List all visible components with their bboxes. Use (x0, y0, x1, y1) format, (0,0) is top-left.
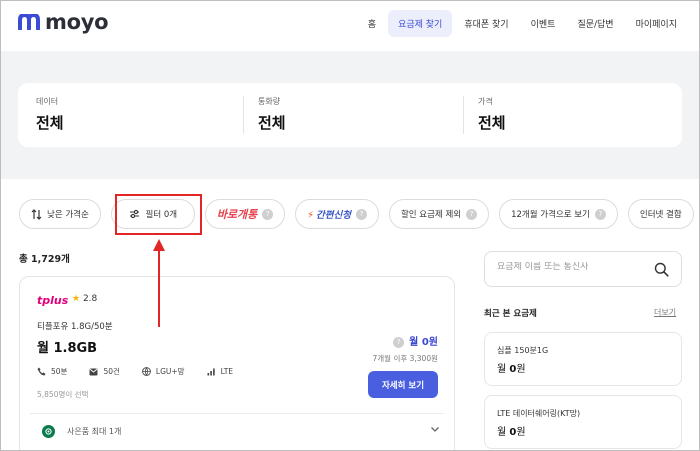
nav-plan-search[interactable]: 요금제 찾기 (388, 10, 453, 37)
search-icon[interactable] (654, 262, 669, 277)
spec-network-value: LGU+망 (155, 367, 185, 376)
gift-row[interactable]: 사은품 최대 1개 (42, 425, 440, 438)
annotation-arrow (153, 239, 165, 327)
detail-button[interactable]: 자세히 보기 (368, 371, 438, 398)
help-icon[interactable]: ? (262, 208, 274, 220)
summary-divider (463, 96, 464, 134)
summary-data-label: 데이터 (36, 97, 59, 106)
recent-plan-price: 월 0원 (497, 423, 669, 438)
summary-data[interactable]: 데이터 전체 (36, 96, 64, 133)
page-frame: moyo 홈 요금제 찾기 휴대폰 찾기 이벤트 질문/답변 마이페이지 데이터… (0, 0, 700, 451)
sort-chip-label: 낮은 가격순 (47, 210, 89, 220)
chevron-down-icon[interactable] (430, 424, 440, 434)
price-suffix: 원 (516, 427, 526, 438)
plan-name: 티플포유 1.8G/50분 (37, 322, 113, 332)
recent-plan-name: 심플 150분1G (497, 346, 549, 355)
main-nav: 홈 요금제 찾기 휴대폰 찾기 이벤트 질문/답변 마이페이지 (356, 10, 687, 37)
summary-call-value: 전체 (258, 114, 286, 132)
card-divider (30, 413, 444, 414)
plan-search-box[interactable] (484, 251, 682, 287)
summary-band: 데이터 전체 통화량 전체 가격 전체 (1, 51, 699, 179)
exclude-discount-label: 할인 요금제 제외 (400, 210, 462, 220)
plan-price: 월 0원 (409, 337, 438, 348)
help-icon[interactable]: ? (594, 208, 606, 220)
moyo-logo[interactable]: moyo (18, 10, 109, 34)
price-suffix: 원 (516, 364, 526, 375)
picked-count: 5,850명이 선택 (37, 390, 89, 399)
sort-chip[interactable]: 낮은 가격순 (19, 199, 101, 229)
plan-total-count: 총 1,729개 (19, 254, 70, 265)
rating-value: 2.8 (82, 294, 98, 304)
spec-call-value: 50분 (51, 367, 68, 376)
help-icon[interactable]: ? (355, 208, 367, 220)
summary-call-label: 통화량 (258, 97, 281, 106)
spec-sms-value: 50건 (103, 367, 120, 376)
summary-price-label: 가격 (478, 97, 493, 106)
help-icon[interactable]: ? (466, 208, 478, 220)
price-prefix: 월 (497, 364, 510, 375)
baro-chip-label: 바로개통 (216, 208, 258, 221)
recent-plan-card[interactable]: LTE 데이터쉐어링(KT망) 월 0원 (484, 395, 682, 449)
summary-call[interactable]: 통화량 전체 (258, 96, 286, 133)
summary-data-value: 전체 (36, 114, 64, 132)
mail-icon (89, 368, 98, 375)
easy-apply-label-wrap: ⚡ 간편신청 (307, 207, 351, 221)
nav-phone-search[interactable]: 휴대폰 찾기 (454, 10, 518, 37)
rating: ★ 2.8 (72, 294, 97, 304)
plan-card[interactable]: tplus ★ 2.8 티플포유 1.8G/50분 월 1.8GB ? 월 0원 … (19, 276, 455, 450)
plan-specs: 50분 50건 LGU+망 LTE (37, 366, 255, 377)
easy-apply-label: 간편신청 (315, 210, 351, 221)
phone-icon (37, 367, 46, 376)
signal-icon (207, 368, 215, 376)
internet-bundle-chip[interactable]: 인터넷 결합 (627, 199, 694, 229)
summary-price[interactable]: 가격 전체 (478, 96, 506, 133)
price-line: ? 월 0원 (372, 333, 438, 348)
spec-call: 50분 (37, 366, 67, 377)
spec-sms: 50건 (89, 366, 120, 377)
summary-divider (243, 96, 244, 134)
recent-plan-price: 월 0원 (497, 360, 669, 375)
price-area: ? 월 0원 7개월 이후 3,300원 (372, 333, 438, 364)
spec-network: LGU+망 (142, 366, 185, 377)
globe-icon (142, 367, 151, 376)
exclude-discount-chip[interactable]: 할인 요금제 제외 ? (388, 199, 490, 229)
nav-event[interactable]: 이벤트 (521, 10, 566, 37)
nav-mypage[interactable]: 마이페이지 (626, 10, 687, 37)
bolt-icon: ⚡ (307, 210, 314, 221)
recent-plan-card[interactable]: 심플 150분1G 월 0원 (484, 332, 682, 386)
nav-qna[interactable]: 질문/답변 (567, 10, 623, 37)
star-icon: ★ (72, 294, 81, 304)
gift-icon (42, 425, 55, 438)
twelve-month-chip[interactable]: 12개월 가격으로 보기 ? (499, 199, 618, 229)
top-header: moyo 홈 요금제 찾기 휴대폰 찾기 이벤트 질문/답변 마이페이지 (1, 1, 699, 51)
twelve-month-label: 12개월 가격으로 보기 (511, 210, 590, 220)
spec-type-value: LTE (220, 367, 234, 376)
moyo-logo-icon (18, 14, 40, 30)
recent-plans-title: 최근 본 요금제 (484, 309, 537, 319)
recent-plan-name: LTE 데이터쉐어링(KT망) (497, 409, 581, 418)
price-after: 7개월 이후 3,300원 (372, 354, 438, 363)
recent-more-link[interactable]: 더보기 (654, 307, 676, 318)
carrier-logo: tplus (37, 294, 69, 307)
price-prefix: 월 (497, 427, 510, 438)
annotation-highlight-box (115, 194, 202, 235)
plan-search-input[interactable] (497, 262, 647, 272)
spec-type: LTE (207, 367, 233, 376)
easy-apply-chip[interactable]: ⚡ 간편신청 ? (295, 199, 379, 229)
internet-bundle-label: 인터넷 결합 (639, 210, 682, 220)
logo-text: moyo (45, 10, 109, 34)
gift-label: 사은품 최대 1개 (67, 427, 122, 436)
summary-price-value: 전체 (478, 114, 506, 132)
sort-icon (31, 208, 42, 220)
baro-chip[interactable]: 바로개통 ? (204, 199, 286, 229)
summary-card[interactable]: 데이터 전체 통화량 전체 가격 전체 (18, 83, 682, 147)
plan-data-amount: 월 1.8GB (37, 341, 98, 356)
nav-home[interactable]: 홈 (358, 10, 386, 37)
help-icon[interactable]: ? (393, 337, 405, 348)
